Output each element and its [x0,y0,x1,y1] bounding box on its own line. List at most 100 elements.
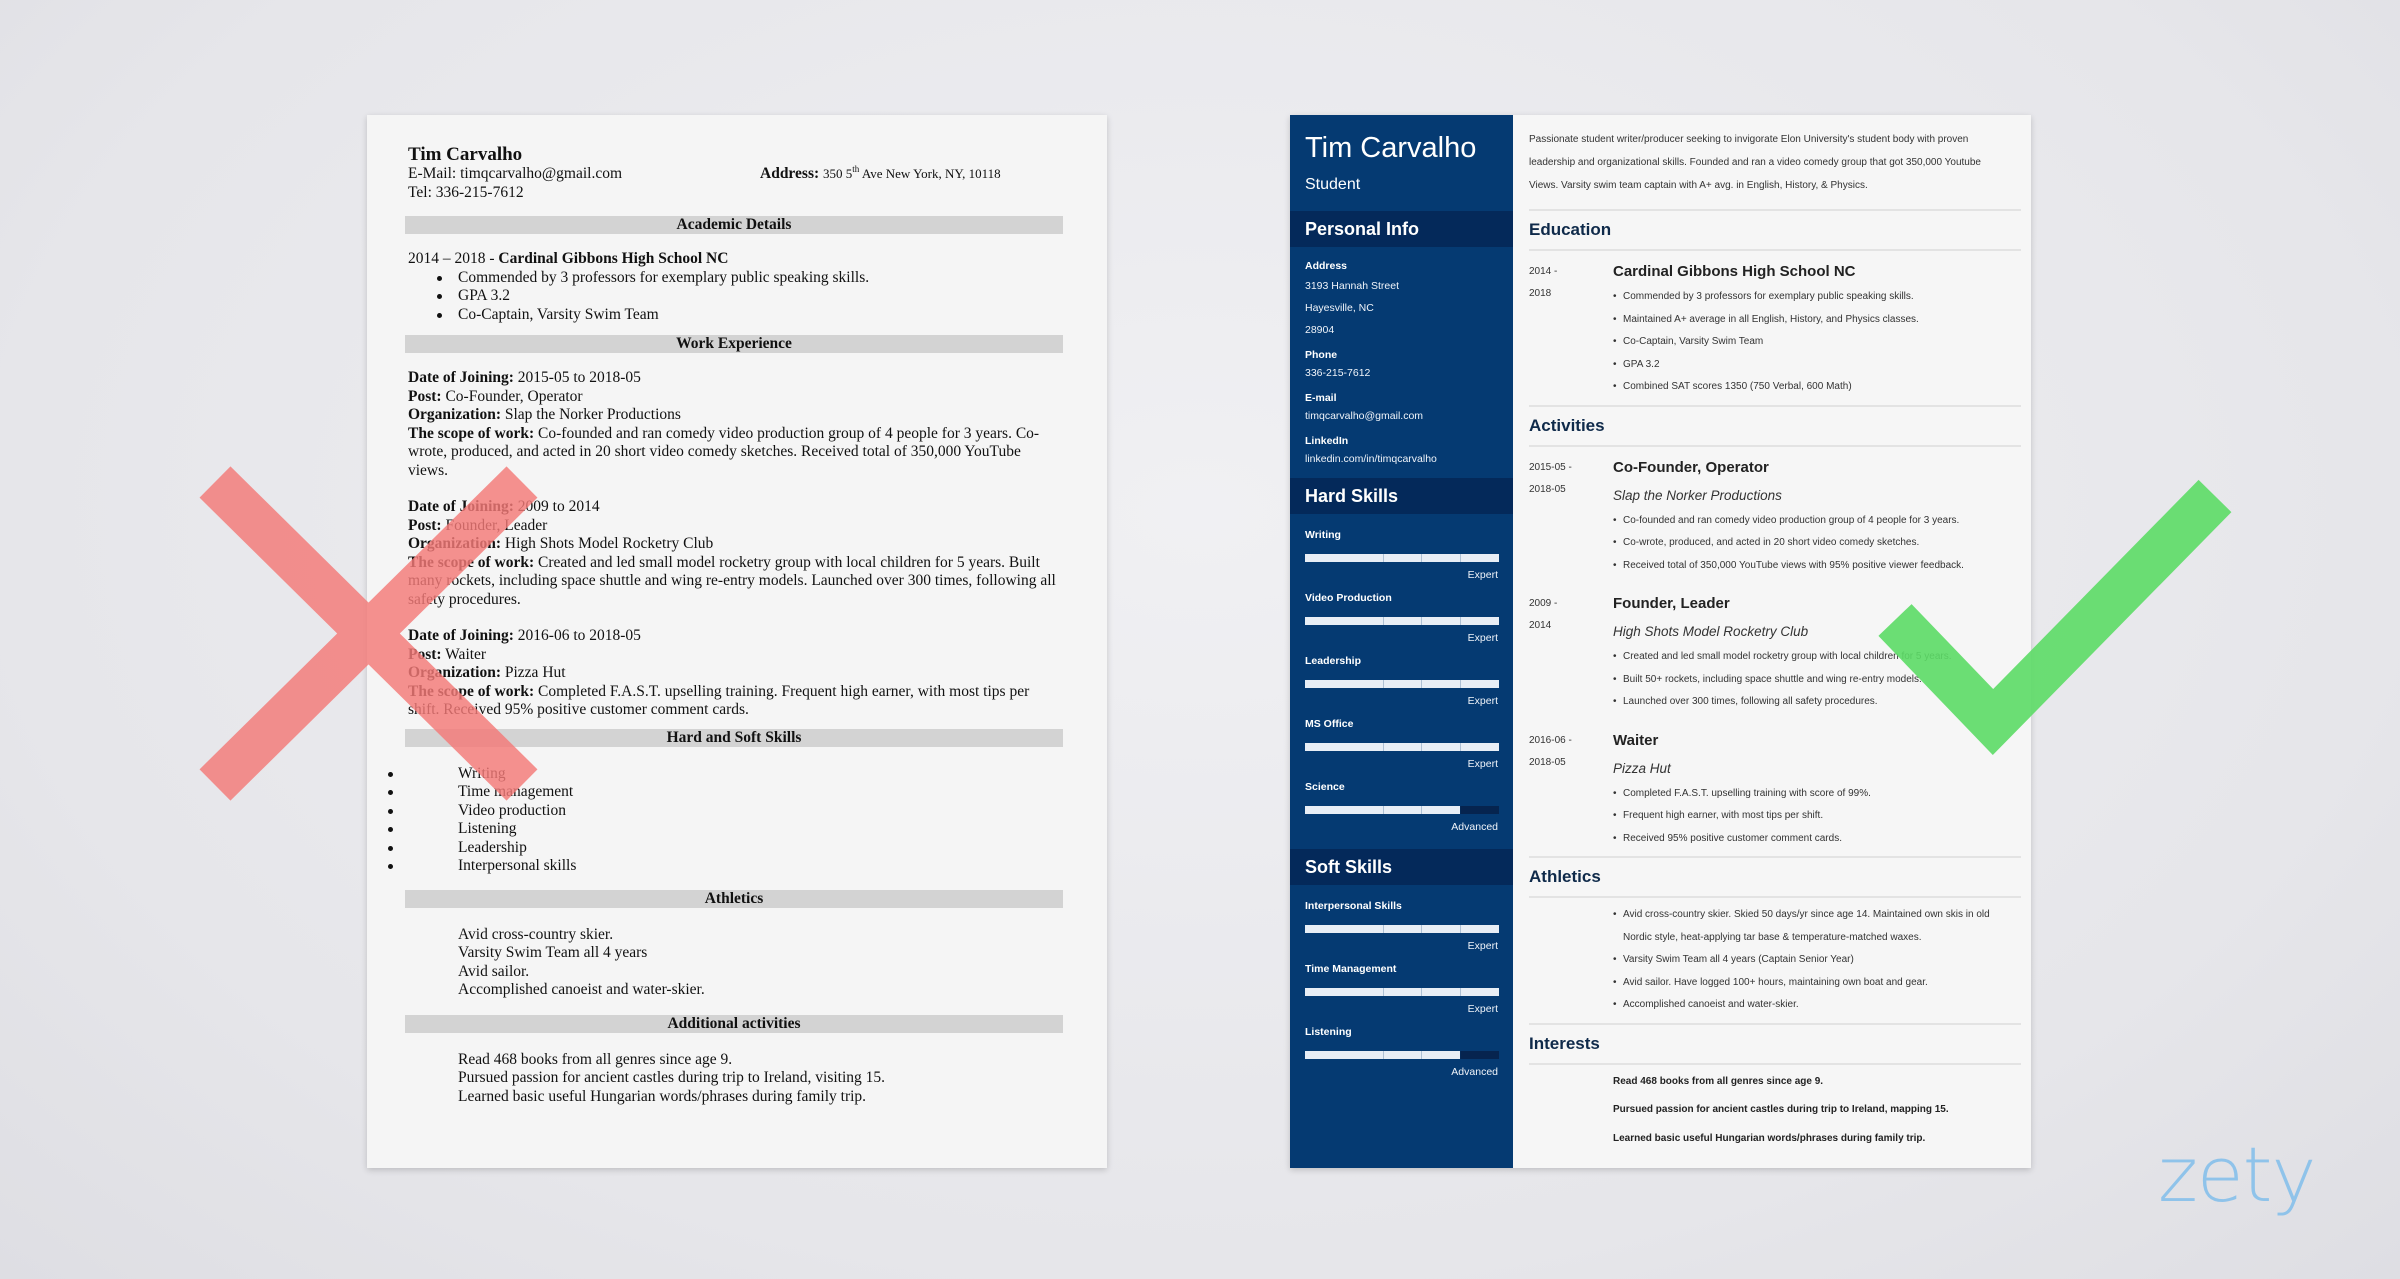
skill-level-bar [1305,743,1499,751]
list-item: GPA 3.2 [1613,354,2021,377]
work-post-label: Post: [408,645,442,663]
address-label: Address: [760,165,820,182]
phone-value: 336-215-7612 [1305,367,1371,379]
address-part: Ave New York, NY, 10118 [859,166,1001,181]
skill-name: Time Management [1305,963,1397,975]
list-item: Co-Captain, Varsity Swim Team [436,306,1063,325]
skill-level-bar [1305,988,1499,996]
list-item: Co-Captain, Varsity Swim Team [1613,331,2021,354]
list-item: Video production [386,802,1063,821]
skill-level-label: Advanced [1451,821,1498,833]
list-item: Received total of 350,000 YouTube views … [1613,555,2021,578]
skill-name: Listening [1305,1026,1352,1038]
resume-sidebar: Tim Carvalho Student Personal Info Addre… [1290,115,1513,1168]
list-item: Writing [386,765,1063,784]
list-item: Varsity Swim Team all 4 years [458,944,648,961]
work-date-value: 2009 to 2014 [513,498,600,515]
skill-name: Writing [1305,529,1341,541]
work-date-label: Date of Joining: [408,369,514,386]
section-header-additional: Additional activities [405,1014,1063,1033]
activity-org: High Shots Model Rocketry Club [1613,624,1809,639]
work-date-label: Date of Joining: [408,498,514,515]
skill-item: MS Office Expert [1305,717,1499,771]
activity-title: Founder, Leader [1613,595,1730,612]
work-date-label: Date of Joining: [408,627,514,644]
work-post-line: Post: Waiter [408,646,1063,665]
work-org-label: Organization: [408,664,501,681]
soft-skills-header: Soft Skills [1290,849,1513,885]
work-date-value: 2016-06 to 2018-05 [513,627,641,644]
interest-item: Pursued passion for ancient castles duri… [1613,1104,1949,1115]
linkedin-label: LinkedIn [1305,435,1349,447]
phone-label: Phone [1305,349,1338,361]
section-header-work: Work Experience [405,335,1063,353]
section-header-athletics: Athletics [405,889,1063,908]
resume-main: Passionate student writer/producer seeki… [1513,115,2031,1168]
date-end: 2014 [1529,620,1552,631]
activity-bullets: Created and led small model rocketry gro… [1613,646,2021,714]
list-item: Avid sailor. Have logged 100+ hours, mai… [1613,972,2021,995]
bad-resume-email: E-Mail: timqcarvalho@gmail.com [408,165,760,184]
date-end: 2018 [1529,288,1552,299]
skill-bar-tick [1382,743,1384,751]
work-org-label: Organization: [408,406,501,423]
summary-text: Passionate student writer/producer seeki… [1529,134,1981,191]
work-scope-line: The scope of work: Co-founded and ran co… [408,425,1063,481]
hard-skills-list: Writing Expert Video Production Expert Leade… [1290,514,1513,849]
skill-level-fill [1305,680,1499,688]
date-start: 2009 - [1529,598,1558,609]
skill-bar-tick [1460,554,1462,562]
skill-name: Interpersonal Skills [1305,900,1402,912]
list-item: Launched over 300 times, following all s… [1613,691,2021,714]
list-item: Co-wrote, produced, and acted in 20 shor… [1613,532,2021,555]
skill-bar-tick [1421,554,1423,562]
list-item: Combined SAT scores 1350 (750 Verbal, 60… [1613,376,2021,399]
address-part: 350 5 [823,166,853,181]
work-org-value: Pizza Hut [501,664,566,681]
skill-level-label: Expert [1467,632,1498,644]
contact-row: E-Mail: timqcarvalho@gmail.com Address: … [408,164,1063,184]
address-line: Hayesville, NC [1305,302,1374,314]
email-value[interactable]: timqcarvalho@gmail.com [1305,405,1513,427]
good-resume-name: Tim Carvalho [1305,132,1477,164]
additional-list: Read 468 books from all genres since age… [408,1051,1063,1107]
date-start: 2016-06 - [1529,734,1572,746]
list-item: Read 468 books from all genres since age… [458,1050,733,1068]
date-end: 2018-05 [1529,483,1566,495]
activity-dates: 2016-06 - 2018-05 [1529,720,1613,851]
address-line: 3193 Hannah Street [1305,280,1399,292]
skill-bar-tick [1421,680,1423,688]
skill-bar-tick [1382,554,1384,562]
skill-bar-tick [1421,988,1423,996]
bad-resume-page: Tim Carvalho E-Mail: timqcarvalho@gmail.… [367,115,1107,1168]
athletics-body: Avid cross-country skier. Skied 50 days/… [1613,898,2021,1017]
good-resume-page: Tim Carvalho Student Personal Info Addre… [1290,115,2031,1168]
soft-skills-list: Interpersonal Skills Expert Time Managemen… [1290,885,1513,1094]
linkedin-link[interactable]: linkedin.com/in/timqcarvalho [1305,448,1513,470]
list-item: Commended by 3 professors for exemplary … [436,269,1063,288]
list-item: Pursued passion for ancient castles duri… [458,1069,886,1086]
work-org-label: Organization: [408,535,501,552]
skill-item: Video Production Expert [1305,591,1499,645]
activities-list: 2015-05 - 2018-05 Co-Founder, Operator Slap… [1529,447,2021,851]
work-scope-label: The scope of work: [408,682,535,700]
activity-entry: 2009 - 2014 Founder, Leader High Shots Mode… [1529,583,2021,714]
athletics-list: Avid cross-country skier. Varsity Swim Te… [408,926,1063,1000]
list-item: Avid sailor. [458,962,530,980]
email-value: timqcarvalho@gmail.com [460,165,623,182]
skill-level-label: Expert [1467,695,1498,707]
list-item: Accomplished canoeist and water-skier. [1613,994,2021,1017]
work-list: Date of Joining: 2015-05 to 2018-05 Post:… [408,369,1063,720]
list-item: Interpersonal skills [386,857,1063,876]
skill-bar-tick [1382,988,1384,996]
hard-skills-header: Hard Skills [1290,478,1513,514]
activities-header: Activities [1529,415,1605,435]
list-item: Learned basic useful Hungarian words/phr… [458,1087,867,1105]
skill-item: Science Advanced [1305,780,1499,834]
list-item: Maintained A+ average in all English, Hi… [1613,309,2021,332]
skills-list: Writing Time management Video production Li… [386,765,1063,876]
work-entry: Date of Joining: 2016-06 to 2018-05 Post:… [408,627,1063,720]
skill-bar-tick [1421,617,1423,625]
athletics-entry: Avid cross-country skier. Skied 50 days/… [1529,898,2021,1017]
skill-level-label: Expert [1467,758,1498,770]
